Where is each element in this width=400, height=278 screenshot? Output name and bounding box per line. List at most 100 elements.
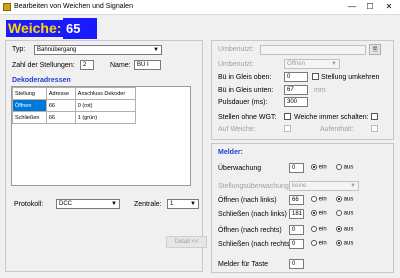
ein-label: ein (318, 240, 327, 247)
dekoder-table: Stellung Adresse Anschluss Dekoder Öffne… (12, 87, 137, 124)
aus-radio[interactable]: aus (336, 210, 353, 217)
ein-label: ein (318, 210, 327, 217)
chevron-down-icon: ▼ (153, 47, 159, 53)
maximize-button[interactable]: ☐ (362, 1, 378, 13)
melder-row-label: Öffnen (nach rechts) (218, 227, 282, 234)
stellungen-label: Zahl der Stellungen: (12, 62, 75, 69)
table-cell[interactable]: 1 (grün) (74, 111, 137, 124)
radio-icon (311, 210, 317, 216)
aufenthalt-label: Aufenthalt: (320, 126, 354, 133)
umbenutzt1-input (260, 45, 366, 55)
melder-row-label: Überwachung (218, 165, 262, 172)
ein-radio[interactable]: ein (311, 196, 327, 203)
bu-oben-input[interactable]: 0 (284, 72, 308, 82)
weiche-heading: Weiche: (6, 20, 64, 37)
column-header[interactable]: Stellung (12, 87, 47, 100)
protokoll-select[interactable]: DCC ▼ (56, 199, 120, 209)
ein-radio[interactable]: ein (311, 226, 327, 233)
aufenthalt-checkbox (371, 125, 378, 132)
radio-icon (336, 210, 342, 216)
ein-radio[interactable]: ein (311, 164, 327, 171)
stellung-umkehren-label: Stellung umkehren (321, 74, 380, 81)
umbenutzt1-label: Umbenutzt: (218, 46, 254, 53)
melder-input[interactable]: 0 (289, 239, 304, 249)
detail-button[interactable]: Detail << (166, 236, 207, 248)
column-header[interactable]: Anschluss Dekoder (74, 87, 137, 100)
melder-input[interactable]: 0 (289, 163, 304, 173)
radio-icon (311, 164, 317, 170)
name-label: Name: (110, 62, 131, 69)
file-icon[interactable]: 🗎 (369, 44, 381, 55)
typ-label: Typ: (12, 46, 26, 53)
protokoll-value: DCC (59, 201, 72, 207)
dekoder-table-container: Stellung Adresse Anschluss Dekoder Öffne… (11, 86, 191, 186)
aus-radio[interactable]: aus (336, 226, 353, 233)
table-row[interactable]: Öffnen 66 0 (rot) (12, 99, 137, 112)
minimize-button[interactable]: — (344, 1, 360, 13)
aus-label: aus (343, 210, 354, 217)
bu-oben-label: Bü in Gleis oben: (218, 74, 272, 81)
stellungen-input[interactable]: 2 (80, 60, 94, 70)
stellung-value: keine (292, 183, 307, 189)
ein-radio[interactable]: ein (311, 210, 327, 217)
puls-input[interactable]: 300 (284, 97, 308, 107)
aus-label: aus (343, 196, 354, 203)
ein-label: ein (318, 196, 327, 203)
app-icon (3, 3, 11, 11)
auf-weiche-checkbox (284, 125, 291, 132)
radio-icon (336, 226, 342, 232)
dekoder-title: Dekoderadressen (12, 77, 71, 84)
typ-value: Bahnübergang (37, 47, 77, 53)
radio-icon (311, 226, 317, 232)
melder-input[interactable]: 0 (289, 225, 304, 235)
umbenutzt2-select: Öffnen ▼ (284, 59, 340, 69)
taste-label: Melder für Taste (218, 261, 269, 268)
melder-row-label: Öffnen (nach links) (218, 197, 277, 204)
weiche-number: 65 (63, 18, 97, 39)
zentrale-select[interactable]: 1 ▼ (167, 199, 199, 209)
table-row[interactable]: Schließen 66 1 (grün) (12, 111, 137, 124)
title-bar: Bearbeiten von Weichen und Signalen — ☐ … (0, 0, 400, 15)
melder-input[interactable]: 181 (289, 209, 304, 219)
name-input[interactable]: BÜ I (134, 60, 161, 70)
aus-radio[interactable]: aus (336, 196, 353, 203)
melder-row-label: Schließen (nach rechts) (218, 241, 292, 248)
protokoll-label: Protokoll: (14, 201, 44, 208)
ein-label: ein (318, 226, 327, 233)
taste-input[interactable]: 0 (289, 259, 304, 269)
melder-row-label: Schließen (nach links) (218, 211, 287, 218)
melder-input[interactable]: 66 (289, 195, 304, 205)
column-header[interactable]: Adresse (45, 87, 76, 100)
radio-icon (336, 240, 342, 246)
aus-label: aus (343, 240, 354, 247)
chevron-down-icon: ▼ (190, 201, 196, 207)
close-button[interactable]: ✕ (381, 1, 397, 13)
stellung-label: Stellungsüberwachung: (218, 183, 291, 190)
table-cell[interactable]: Schließen (12, 111, 47, 124)
radio-icon (311, 240, 317, 246)
bu-unten-unit: mm (314, 87, 326, 94)
ein-radio[interactable]: ein (311, 240, 327, 247)
auf-weiche-label: Auf Weiche: (218, 126, 256, 133)
aus-radio[interactable]: aus (336, 164, 353, 171)
table-cell[interactable]: Öffnen (12, 99, 47, 112)
bu-unten-input[interactable]: 67 (284, 85, 308, 95)
ein-label: ein (318, 164, 327, 171)
table-cell[interactable]: 66 (45, 99, 76, 112)
chevron-down-icon: ▼ (111, 201, 117, 207)
table-cell[interactable]: 66 (45, 111, 76, 124)
bu-unten-label: Bü in Gleis unten: (218, 87, 274, 94)
stellen-ohne-wgt-checkbox[interactable] (284, 113, 291, 120)
stellung-umkehren-checkbox[interactable] (312, 73, 319, 80)
table-cell[interactable]: 0 (rot) (74, 99, 137, 112)
weiche-immer-checkbox[interactable] (371, 113, 378, 120)
umbenutzt2-value: Öffnen (287, 61, 305, 67)
typ-select[interactable]: Bahnübergang ▼ (34, 45, 162, 55)
umbenutzt2-label: Umbenutzt: (218, 61, 254, 68)
aus-radio[interactable]: aus (336, 240, 353, 247)
weiche-immer-label: Weiche immer schalten: (294, 114, 369, 121)
stellung-select: keine ▼ (289, 181, 359, 191)
aus-label: aus (343, 164, 354, 171)
radio-icon (311, 196, 317, 202)
zentrale-value: 1 (170, 201, 174, 207)
